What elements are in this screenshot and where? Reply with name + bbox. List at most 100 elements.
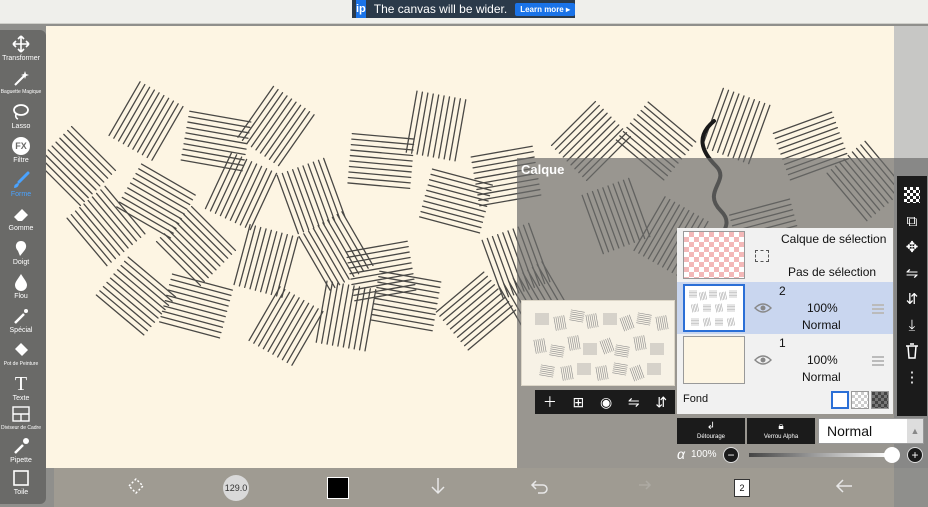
tool-magic-wand[interactable]: Baguette Magique xyxy=(0,68,42,104)
tool-special[interactable]: Spécial xyxy=(0,306,42,342)
panel-title: Calque xyxy=(521,162,565,177)
clipping-button[interactable]: ↲ Détourage xyxy=(677,418,745,444)
tool-lasso[interactable]: Lasso xyxy=(0,102,42,138)
background-white-option[interactable] xyxy=(831,391,849,409)
flip-vertical-icon[interactable]: ⇵ xyxy=(655,394,667,411)
opacity-slider-knob[interactable] xyxy=(884,447,900,463)
ad-logo: ip xyxy=(356,0,366,18)
bottom-toolbar: 129.0 2 xyxy=(54,468,894,507)
text-icon: T xyxy=(14,373,28,395)
color-swatch-button[interactable] xyxy=(326,476,350,500)
merge-down-icon[interactable]: ⤓ xyxy=(901,312,923,338)
undo-button[interactable] xyxy=(528,476,552,500)
fx-icon: FX xyxy=(11,136,31,156)
drag-handle-icon[interactable] xyxy=(872,356,884,366)
tool-label: Spécial xyxy=(9,327,33,334)
selection-icon xyxy=(755,250,769,262)
visibility-eye-icon[interactable] xyxy=(753,350,773,370)
tool-label: Transformer xyxy=(2,55,40,62)
alpha-symbol: α xyxy=(677,446,685,462)
tool-filter[interactable]: FX Filtre xyxy=(0,136,42,172)
tool-bucket[interactable]: Pot de Peinture xyxy=(0,340,42,376)
drag-handle-icon[interactable] xyxy=(872,304,884,314)
alpha-lock-button[interactable]: 🔒︎ Verrou Alpha xyxy=(747,418,815,444)
ad-learn-more-button[interactable]: Learn more ▸ xyxy=(515,2,575,16)
move-layer-icon[interactable]: ✥ xyxy=(901,234,923,260)
opacity-value: 100% xyxy=(691,449,717,460)
opacity-plus-button[interactable]: + xyxy=(907,447,923,463)
layer-opacity: 100% xyxy=(807,301,838,315)
tool-label: Lasso xyxy=(11,123,31,130)
ad-banner[interactable]: ip The canvas will be wider. Learn more … xyxy=(352,0,575,18)
flip-horizontal-icon[interactable]: ⇋ xyxy=(901,260,923,286)
smudge-icon xyxy=(11,238,31,258)
layer-actions-strip: ⧉ ✥ ⇋ ⇵ ⤓ ⋮ xyxy=(897,176,927,416)
color-swatch xyxy=(327,477,349,499)
canvas-icon xyxy=(11,468,31,488)
tool-transformer[interactable]: Transformer xyxy=(0,34,42,70)
tool-eyedropper[interactable]: Pipette xyxy=(0,436,42,472)
selection-layer-title: Calque de sélection xyxy=(781,232,887,246)
tool-frame-divider[interactable]: Diviseur de Cadre xyxy=(0,404,42,440)
ad-text: The canvas will be wider. xyxy=(373,2,508,16)
selection-layer[interactable]: Calque de sélection Pas de sélection xyxy=(677,228,893,282)
layer-2-thumb xyxy=(683,284,745,332)
visibility-eye-icon[interactable] xyxy=(753,298,773,318)
alpha-lock-icon: 🔒︎ xyxy=(778,421,784,432)
move-icon xyxy=(11,34,31,54)
top-bar: ip The canvas will be wider. Learn more … xyxy=(0,0,928,24)
layer-list: Calque de sélection Pas de sélection 2 1… xyxy=(677,228,893,414)
lasso-icon xyxy=(11,102,31,122)
flip-horizontal-icon[interactable]: ⇋ xyxy=(628,394,640,411)
checkerboard-icon[interactable] xyxy=(901,182,923,208)
add-layer-icon[interactable]: ⊞ xyxy=(573,394,585,411)
tool-label: Pot de Peinture xyxy=(3,361,39,367)
tool-brush[interactable]: Forme xyxy=(0,170,42,206)
brush-size-button[interactable]: 129.0 xyxy=(222,475,250,501)
add-icon[interactable]: ＋ xyxy=(543,392,557,412)
layer-number: 2 xyxy=(779,284,786,298)
tool-label: Forme xyxy=(10,191,32,198)
bucket-icon xyxy=(11,340,31,360)
layer-blend-mode: Normal xyxy=(802,370,841,384)
layers-button[interactable]: 2 xyxy=(730,476,754,500)
tool-eraser[interactable]: Gomme xyxy=(0,204,42,240)
tool-canvas[interactable]: Toile xyxy=(0,468,42,504)
background-transparent-option[interactable] xyxy=(851,391,869,409)
selection-transform-icon[interactable]: ⧉ xyxy=(901,208,923,234)
layer-opacity: 100% xyxy=(807,353,838,367)
tool-label: Filtre xyxy=(13,157,29,164)
tool-label: Doigt xyxy=(12,259,30,266)
download-button[interactable] xyxy=(426,476,450,500)
tool-label: Gomme xyxy=(8,225,34,232)
back-button[interactable] xyxy=(832,476,856,500)
redo-button[interactable] xyxy=(630,476,654,500)
tool-label: Toile xyxy=(13,489,29,496)
opacity-minus-button[interactable]: − xyxy=(723,447,739,463)
eyedropper-icon xyxy=(11,436,31,456)
tool-blur[interactable]: Flou xyxy=(0,272,42,308)
camera-icon[interactable]: ◉ xyxy=(600,394,612,411)
brush-icon xyxy=(11,170,31,190)
tool-smudge[interactable]: Doigt xyxy=(0,238,42,274)
layers-icon: 2 xyxy=(734,479,750,497)
transform-select-button[interactable] xyxy=(124,476,148,500)
canvas-preview[interactable] xyxy=(521,300,675,386)
alpha-lock-label: Verrou Alpha xyxy=(763,434,799,440)
background-row: Fond xyxy=(677,388,893,414)
opacity-slider[interactable] xyxy=(749,453,889,457)
layer-row-2[interactable]: 2 100% Normal xyxy=(677,282,893,334)
tool-label: Baguette Magique xyxy=(0,89,42,95)
blend-mode-select[interactable]: Normal ▲ xyxy=(818,418,924,444)
more-options-icon[interactable]: ⋮ xyxy=(901,364,923,390)
opacity-row: α 100% − + xyxy=(677,446,927,466)
layer-number: 1 xyxy=(779,336,786,350)
selection-layer-thumb xyxy=(683,231,745,279)
trash-icon[interactable] xyxy=(901,338,923,364)
background-dark-option[interactable] xyxy=(871,391,889,409)
preview-toolbar: ＋ ⊞ ◉ ⇋ ⇵ xyxy=(535,390,675,414)
flip-vertical-icon[interactable]: ⇵ xyxy=(901,286,923,312)
layer-row-1[interactable]: 1 100% Normal xyxy=(677,334,893,386)
magic-wand-icon xyxy=(11,68,31,88)
transform-select-icon xyxy=(126,476,146,501)
